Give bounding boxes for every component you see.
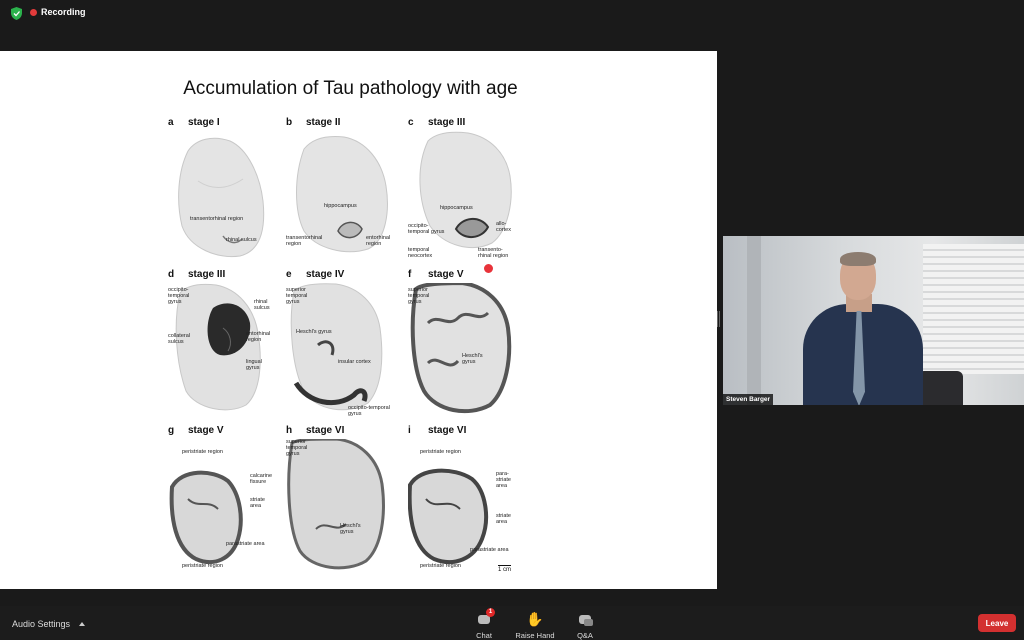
panel-label: superior temporal gyrus bbox=[286, 439, 308, 457]
chat-badge: 1 bbox=[486, 608, 495, 617]
panel-stage: stage I bbox=[188, 117, 220, 128]
qa-icon bbox=[579, 614, 593, 626]
shared-slide: Accumulation of Tau pathology with age a… bbox=[0, 51, 717, 589]
recording-indicator[interactable]: Recording bbox=[30, 7, 86, 17]
panel-g: g stage V peristriate region calcarine f… bbox=[168, 425, 286, 570]
panel-stage: stage III bbox=[428, 117, 466, 128]
panel-label: occipito- temporal gyrus bbox=[168, 287, 190, 305]
panel-label: entorhinal region bbox=[366, 235, 391, 247]
participant-hair bbox=[840, 252, 876, 266]
panel-label: entorhinal region bbox=[246, 331, 271, 343]
panel-stage: stage VI bbox=[428, 425, 467, 436]
chevron-up-icon[interactable] bbox=[79, 622, 86, 626]
panel-label: peristriate region bbox=[182, 563, 223, 569]
panel-label: temporal neocortex bbox=[408, 247, 433, 259]
panel-letter: e bbox=[286, 269, 292, 280]
raise-hand-icon: ✋ bbox=[526, 611, 544, 627]
video-pillar bbox=[747, 236, 761, 405]
panel-stage: stage V bbox=[428, 269, 464, 280]
panel-label: calcarine fissure bbox=[250, 473, 273, 485]
panel-letter: c bbox=[408, 117, 414, 128]
panel-letter: i bbox=[408, 425, 411, 436]
panel-label: occipito-temporal gyrus bbox=[348, 405, 390, 417]
panel-label: Heschl's gyrus bbox=[296, 329, 332, 335]
panel-b: b stage II hippocampus transentorhinal r… bbox=[286, 117, 404, 262]
video-chair bbox=[918, 371, 963, 405]
panel-letter: f bbox=[408, 269, 412, 280]
recording-dot-icon bbox=[30, 8, 37, 16]
audio-settings-button[interactable]: Audio Settings bbox=[12, 619, 86, 629]
panel-label: rhinal sulcus bbox=[254, 299, 270, 311]
panel-h: h stage VI superior temporal gyrus Hesch… bbox=[286, 425, 404, 570]
brain-section-image bbox=[408, 468, 489, 565]
scale-bar: 1 cm bbox=[498, 565, 512, 573]
panel-label: collateral sulcus bbox=[168, 333, 191, 345]
qa-icon-wrap bbox=[579, 611, 593, 627]
panel-letter: h bbox=[286, 425, 293, 436]
panel-label: insular cortex bbox=[338, 359, 371, 365]
meeting-toolbar: Audio Settings 1 Chat ✋ Raise Hand Q&A L… bbox=[0, 606, 1024, 640]
qa-button[interactable]: Q&A bbox=[555, 611, 615, 640]
panel-label: striate area bbox=[250, 497, 265, 509]
leave-button[interactable]: Leave bbox=[978, 614, 1016, 632]
panel-letter: a bbox=[168, 117, 174, 128]
panel-stage: stage V bbox=[188, 425, 224, 436]
panel-letter: g bbox=[168, 425, 175, 436]
panel-label: hippocampus bbox=[440, 205, 473, 211]
panel-label: transentorhinal region bbox=[286, 235, 323, 247]
video-window-blinds bbox=[923, 244, 1024, 374]
recording-label: Recording bbox=[41, 7, 86, 17]
panel-label: parastriate area bbox=[470, 547, 509, 553]
audio-settings-label: Audio Settings bbox=[12, 619, 71, 629]
panel-label: hippocampus bbox=[324, 203, 357, 209]
panel-label: Heschl's gyrus bbox=[340, 523, 361, 535]
panel-letter: d bbox=[168, 269, 175, 280]
panel-a: a stage I transentorhinal region rhinal … bbox=[168, 117, 286, 262]
panel-label: superior temporal gyrus bbox=[286, 287, 308, 305]
participant-name-tag: Steven Barger bbox=[723, 394, 774, 405]
qa-label: Q&A bbox=[577, 631, 593, 640]
panel-label: superior temporal gyrus bbox=[408, 287, 430, 305]
meeting-top-bar: Recording bbox=[0, 0, 1024, 26]
slide-title: Accumulation of Tau pathology with age bbox=[183, 78, 518, 99]
handle-line bbox=[719, 311, 720, 327]
panel-i: i stage VI peristriate region para- stri… bbox=[408, 425, 526, 573]
panel-label: transentorhinal region bbox=[190, 216, 244, 222]
panel-label: peristriate region bbox=[420, 563, 461, 569]
security-shield-icon[interactable] bbox=[11, 7, 22, 20]
panel-label: allo- cortex bbox=[496, 221, 511, 233]
split-view-handle[interactable] bbox=[717, 311, 720, 327]
brain-section-image bbox=[287, 439, 385, 570]
brain-section-image bbox=[419, 131, 512, 248]
panel-label: para- striate area bbox=[496, 471, 511, 489]
chat-label: Chat bbox=[476, 631, 492, 640]
panel-f: f stage V superior temporal gyrus Heschl… bbox=[408, 269, 526, 414]
panel-label: peristriate region bbox=[182, 449, 223, 455]
panel-stage: stage II bbox=[306, 117, 341, 128]
panel-stage: stage VI bbox=[306, 425, 345, 436]
panel-label: peristriate region bbox=[420, 449, 461, 455]
panel-letter: b bbox=[286, 117, 293, 128]
panel-stage: stage IV bbox=[306, 269, 345, 280]
panel-d: d stage III occipito- temporal gyrus rhi… bbox=[168, 269, 286, 414]
panel-e: e stage IV superior temporal gyrus Hesch… bbox=[286, 269, 404, 417]
panel-c: c stage III hippocampus occipito- tempor… bbox=[408, 117, 526, 274]
panel-label: occipito- temporal gyrus bbox=[408, 223, 445, 235]
handle-line bbox=[717, 311, 718, 327]
panel-label: parastriate area bbox=[226, 541, 265, 547]
raise-hand-icon-wrap: ✋ bbox=[526, 611, 543, 627]
panel-label: transento- rhinal region bbox=[478, 247, 509, 259]
panel-stage: stage III bbox=[188, 269, 226, 280]
panel-label: rhinal sulcus bbox=[226, 237, 257, 243]
raise-hand-label: Raise Hand bbox=[515, 631, 555, 640]
panel-label: striate area bbox=[496, 513, 511, 525]
participant-video-tile[interactable]: Steven Barger bbox=[723, 236, 1024, 405]
panel-label: lingual gyrus bbox=[246, 359, 262, 371]
panel-label: Heschl's gyrus bbox=[462, 353, 483, 365]
chat-icon-wrap: 1 bbox=[478, 608, 495, 627]
